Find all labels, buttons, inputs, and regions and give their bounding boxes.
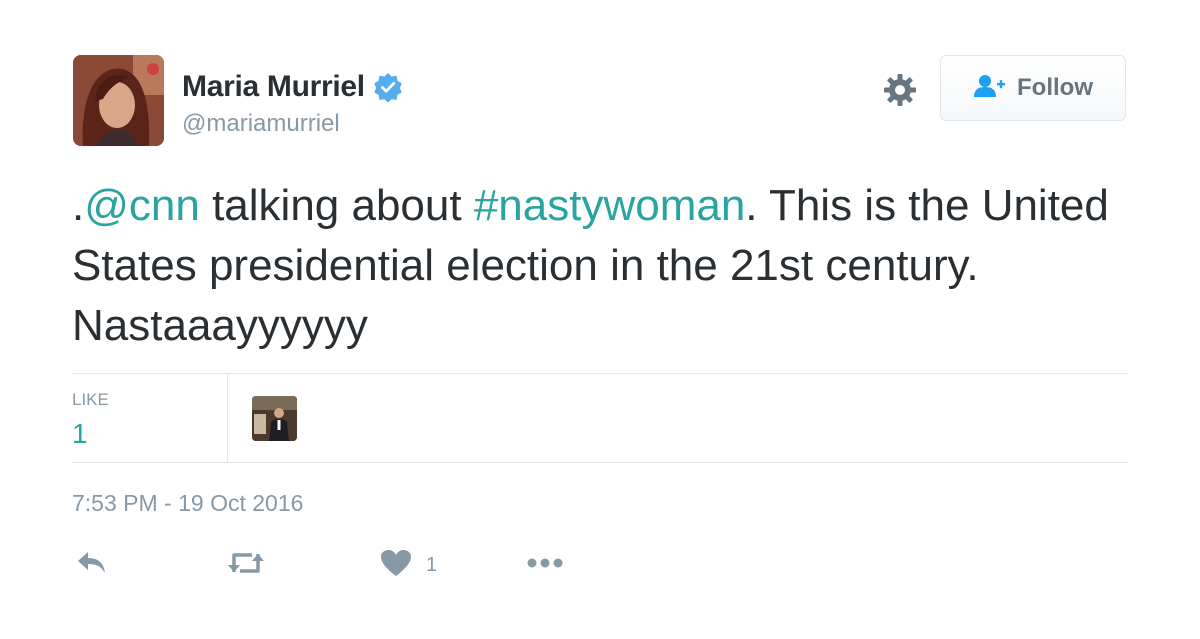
- like-stat-label: LIKE: [72, 390, 109, 409]
- tweet-prefix: .: [72, 181, 85, 230]
- retweet-button[interactable]: [226, 545, 266, 585]
- mention-link[interactable]: @cnn: [84, 181, 200, 230]
- liker-avatar[interactable]: [252, 396, 297, 441]
- tweet-text-part-1: talking about: [199, 181, 474, 230]
- reply-button[interactable]: [76, 545, 108, 585]
- name-row: Maria Murriel: [182, 70, 403, 104]
- tweet-actions: 1: [72, 545, 672, 585]
- avatar[interactable]: [73, 55, 164, 146]
- more-icon: [526, 556, 564, 574]
- add-user-icon: [973, 74, 1007, 103]
- tweet-card: Maria Murriel @mariamurriel Follow .@cnn…: [0, 0, 1200, 639]
- like-button[interactable]: 1: [380, 545, 437, 585]
- display-name[interactable]: Maria Murriel: [182, 70, 365, 104]
- like-count: 1: [426, 553, 438, 576]
- gear-icon[interactable]: [880, 70, 920, 110]
- retweet-icon: [226, 550, 266, 581]
- verified-badge-icon: [373, 72, 403, 103]
- like-stat[interactable]: LIKE 1: [72, 374, 228, 462]
- tweet-text: .@cnn talking about #nastywoman. This is…: [72, 176, 1132, 356]
- tweet-stats: LIKE 1: [72, 373, 1128, 463]
- like-stat-count: 1: [72, 418, 88, 449]
- tweet-timestamp[interactable]: 7:53 PM - 19 Oct 2016: [72, 490, 303, 517]
- more-button[interactable]: [526, 545, 564, 585]
- hashtag-link[interactable]: #nastywoman: [474, 181, 745, 230]
- user-handle[interactable]: @mariamurriel: [182, 110, 340, 138]
- follow-button[interactable]: Follow: [940, 55, 1126, 121]
- heart-icon: [380, 549, 412, 582]
- follow-label: Follow: [1017, 74, 1093, 101]
- reply-icon: [76, 550, 108, 581]
